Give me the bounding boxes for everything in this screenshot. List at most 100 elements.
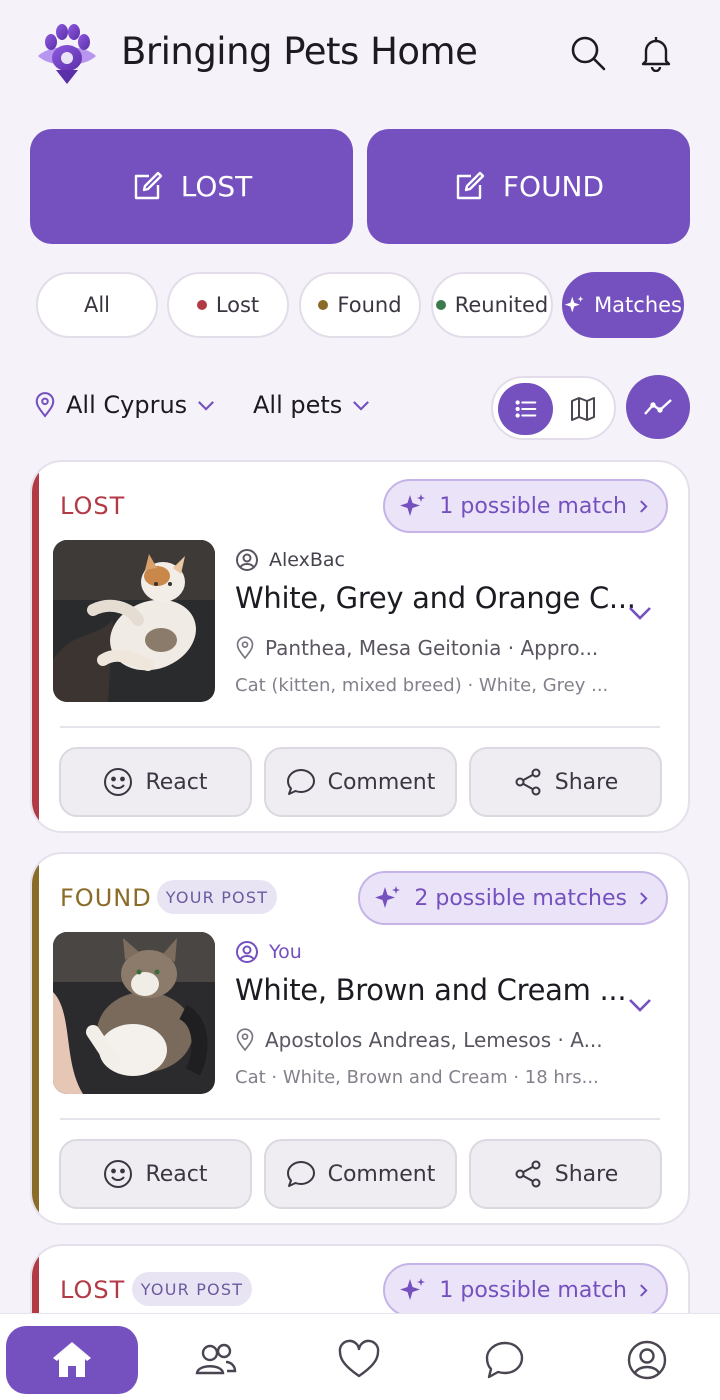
- nav-messages[interactable]: [437, 1326, 569, 1394]
- pin-icon: [236, 636, 254, 660]
- location-filter[interactable]: All Cyprus: [34, 391, 215, 419]
- match-count-label: 2 possible matches: [414, 885, 627, 911]
- comment-icon: [286, 1161, 315, 1187]
- pin-icon: [236, 1028, 254, 1052]
- your-post-badge: YOUR POST: [132, 1272, 252, 1306]
- smile-icon: [104, 768, 133, 796]
- view-toggle: [491, 376, 616, 440]
- expand-chevron-icon[interactable]: [628, 606, 660, 638]
- location-text: Panthea, Mesa Geitonia · Appro...: [265, 636, 599, 660]
- filter-chip-matches[interactable]: Matches: [562, 272, 684, 338]
- list-icon: [515, 400, 536, 418]
- share-button[interactable]: Share: [469, 747, 662, 817]
- pet-photo[interactable]: [53, 932, 215, 1094]
- smile-icon: [104, 1160, 133, 1188]
- possible-match-button[interactable]: 1 possible match: [383, 1263, 668, 1317]
- chevron-right-icon: [640, 891, 648, 905]
- location-filter-label: All Cyprus: [66, 391, 188, 419]
- post-description: Cat (kitten, mixed breed) · White, Grey …: [235, 675, 609, 696]
- card-divider: [60, 726, 660, 728]
- profile-icon: [627, 1340, 667, 1380]
- reunited-dot-icon: [435, 300, 446, 310]
- nav-profile[interactable]: [581, 1326, 713, 1394]
- chevron-right-icon: [640, 499, 648, 513]
- app-title: Bringing Pets Home: [121, 30, 478, 73]
- post-card[interactable]: LOST 1 possible match AlexBac White, Gre…: [30, 460, 690, 833]
- sparkle-icon: [400, 494, 426, 516]
- post-card[interactable]: FOUND YOUR POST 2 possible matches You W…: [30, 852, 690, 1225]
- post-location: Apostolos Andreas, Lemesos · A...: [235, 1028, 603, 1052]
- bell-icon[interactable]: [637, 34, 675, 72]
- possible-match-button[interactable]: 1 possible match: [383, 479, 668, 533]
- edit-icon: [456, 171, 485, 199]
- chat-icon: [485, 1341, 524, 1379]
- comment-icon: [286, 769, 315, 795]
- filter-chip-lost[interactable]: Lost: [167, 272, 289, 338]
- share-label: Share: [554, 1161, 619, 1187]
- react-button[interactable]: React: [59, 1139, 252, 1209]
- chip-label: Lost: [215, 293, 260, 317]
- chip-label: Found: [337, 293, 402, 317]
- report-lost-button[interactable]: LOST: [30, 129, 353, 244]
- map-view-button[interactable]: [555, 383, 610, 435]
- share-icon: [515, 768, 541, 796]
- comment-button[interactable]: Comment: [264, 747, 457, 817]
- home-icon: [53, 1342, 91, 1377]
- match-count-label: 1 possible match: [439, 1277, 627, 1303]
- post-status: LOST: [60, 1276, 126, 1304]
- post-author[interactable]: You: [235, 940, 302, 964]
- filter-chip-found[interactable]: Found: [299, 272, 421, 338]
- react-button[interactable]: React: [59, 747, 252, 817]
- nav-favorites[interactable]: [293, 1326, 425, 1394]
- comment-label: Comment: [327, 769, 436, 795]
- search-icon[interactable]: [569, 34, 607, 72]
- user-circle-icon: [236, 941, 258, 963]
- filter-chip-all[interactable]: All: [36, 272, 158, 338]
- post-author[interactable]: AlexBac: [235, 548, 345, 572]
- nav-community[interactable]: [150, 1326, 282, 1394]
- status-stripe: [32, 854, 39, 1223]
- comment-label: Comment: [327, 1161, 436, 1187]
- sparkle-icon: [375, 886, 401, 908]
- trend-line-icon: [644, 399, 672, 415]
- share-button[interactable]: Share: [469, 1139, 662, 1209]
- heart-icon: [338, 1339, 380, 1378]
- trends-button[interactable]: [626, 375, 690, 439]
- report-found-label: FOUND: [502, 170, 605, 203]
- post-status: LOST: [60, 492, 126, 520]
- author-name: AlexBac: [269, 549, 345, 571]
- expand-chevron-icon[interactable]: [628, 998, 660, 1030]
- pet-photo[interactable]: [53, 540, 215, 702]
- paw-logo-icon: [34, 20, 100, 86]
- react-label: React: [145, 1161, 208, 1187]
- possible-match-button[interactable]: 2 possible matches: [358, 871, 668, 925]
- chip-label: Matches: [594, 293, 682, 317]
- map-icon: [570, 397, 595, 421]
- status-stripe: [32, 462, 39, 831]
- app-header: Bringing Pets Home: [0, 0, 720, 110]
- post-location: Panthea, Mesa Geitonia · Appro...: [235, 636, 598, 660]
- pet-filter[interactable]: All pets: [253, 391, 370, 419]
- chip-label: All: [83, 293, 111, 317]
- filter-chip-reunited[interactable]: Reunited: [431, 272, 553, 338]
- card-divider: [60, 1118, 660, 1120]
- share-label: Share: [554, 769, 619, 795]
- comment-button[interactable]: Comment: [264, 1139, 457, 1209]
- nav-home[interactable]: [6, 1326, 138, 1394]
- post-description: Cat · White, Brown and Cream · 18 hrs...: [235, 1067, 599, 1088]
- pin-icon: [35, 392, 55, 418]
- react-label: React: [145, 769, 208, 795]
- user-circle-icon: [236, 549, 258, 571]
- edit-icon: [134, 171, 162, 199]
- report-found-button[interactable]: FOUND: [367, 129, 690, 244]
- match-count-label: 1 possible match: [439, 493, 627, 519]
- pet-filter-label: All pets: [253, 391, 343, 419]
- report-lost-label: LOST: [180, 170, 253, 203]
- list-view-button[interactable]: [498, 383, 553, 435]
- chip-label: Reunited: [454, 293, 549, 317]
- post-status: FOUND: [60, 884, 152, 912]
- found-dot-icon: [318, 300, 329, 310]
- bottom-navigation: [0, 1313, 720, 1400]
- post-title[interactable]: White, Grey and Orange C...: [235, 581, 636, 615]
- post-title[interactable]: White, Brown and Cream ...: [235, 973, 627, 1007]
